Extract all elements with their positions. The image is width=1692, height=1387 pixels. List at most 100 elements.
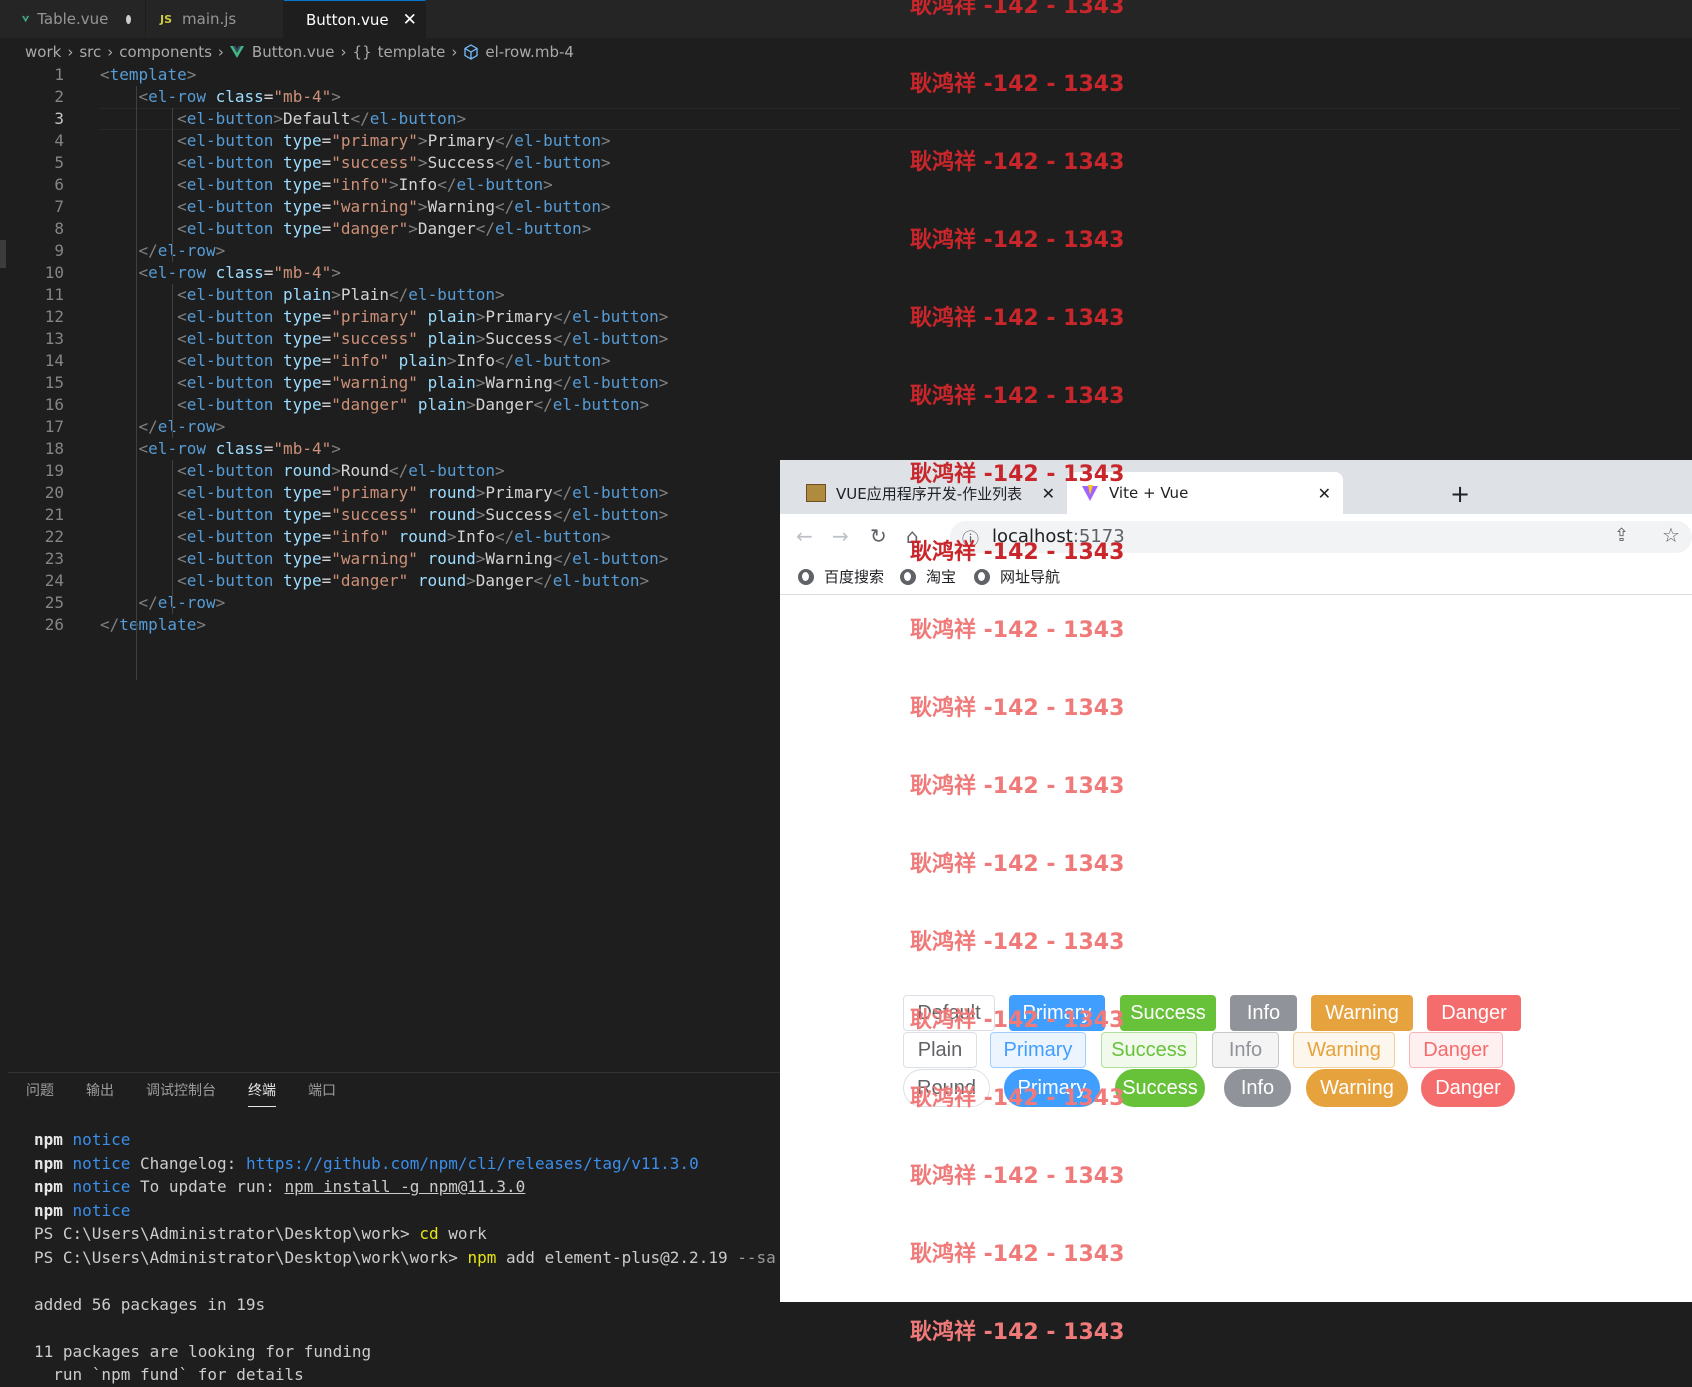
code-text: </template> bbox=[100, 615, 206, 634]
breadcrumb-item[interactable]: template bbox=[378, 43, 446, 61]
braces-icon: {} bbox=[352, 43, 372, 61]
success-round-button[interactable]: Success bbox=[1115, 1069, 1205, 1107]
primary-plain-button[interactable]: Primary bbox=[990, 1032, 1086, 1068]
code-text: <template> bbox=[100, 65, 197, 84]
chevron-right-icon: › bbox=[340, 43, 347, 61]
code-text: <el-button round>Round</el-button> bbox=[177, 461, 505, 480]
tab-output[interactable]: 输出 bbox=[86, 1080, 114, 1107]
tab-ports[interactable]: 端口 bbox=[308, 1080, 336, 1107]
watermark-text: 耿鸿祥 -142 - 1343 bbox=[910, 540, 1125, 565]
bookmark-label: 淘宝 bbox=[926, 568, 957, 586]
success-default-button[interactable]: Success bbox=[1120, 995, 1216, 1031]
line-number: 3 bbox=[54, 109, 64, 128]
line-number: 20 bbox=[44, 483, 64, 502]
reload-icon[interactable]: ↻ bbox=[870, 524, 887, 548]
watermark-text: 耿鸿祥 -142 - 1343 bbox=[910, 72, 1125, 97]
tab-table-vue[interactable]: Table.vue bbox=[8, 0, 146, 38]
bookmark-taobao[interactable]: 淘宝 bbox=[900, 566, 956, 587]
chevron-right-icon: › bbox=[451, 43, 458, 61]
success-plain-button[interactable]: Success bbox=[1101, 1032, 1197, 1068]
watermark-text: 耿鸿祥 -142 - 1343 bbox=[910, 0, 1125, 19]
watermark-text: 耿鸿祥 -142 - 1343 bbox=[910, 930, 1125, 955]
plain-plain-button[interactable]: Plain bbox=[903, 1032, 977, 1068]
info-default-button[interactable]: Info bbox=[1230, 995, 1297, 1031]
terminal-line: 11 packages are looking for funding bbox=[34, 1341, 372, 1361]
tab-debug-console[interactable]: 调试控制台 bbox=[146, 1080, 216, 1107]
info-round-button[interactable]: Info bbox=[1224, 1069, 1291, 1107]
tab-main-js[interactable]: JS main.js bbox=[146, 0, 284, 38]
code-text: <el-button type="danger" plain>Danger</e… bbox=[177, 395, 650, 414]
tab-button-vue[interactable]: Button.vue ✕ bbox=[284, 0, 426, 38]
share-icon[interactable]: ⇪ bbox=[1614, 525, 1629, 546]
line-number: 10 bbox=[44, 263, 64, 282]
breadcrumb-item[interactable]: el-row.mb-4 bbox=[485, 43, 574, 61]
watermark-text: 耿鸿祥 -142 - 1343 bbox=[910, 1320, 1125, 1345]
bookmark-label: 网址导航 bbox=[1000, 568, 1061, 586]
close-icon[interactable]: ✕ bbox=[403, 10, 417, 30]
line-number: 24 bbox=[44, 571, 64, 590]
terminal-line: npm notice To update run: npm install -g… bbox=[34, 1177, 526, 1196]
scroll-marker bbox=[0, 240, 6, 268]
indent-guide bbox=[172, 284, 173, 438]
code-text: <el-button type="info">Info</el-button> bbox=[177, 175, 553, 194]
changelog-link[interactable]: https://github.com/npm/cli/releases/tag/… bbox=[246, 1154, 699, 1173]
watermark-text: 耿鸿祥 -142 - 1343 bbox=[910, 150, 1125, 175]
terminal-output[interactable]: npm notice npm notice Changelog: https://… bbox=[34, 1128, 776, 1387]
tab-terminal[interactable]: 终端 bbox=[248, 1080, 276, 1107]
code-text: </el-row> bbox=[138, 241, 226, 260]
indent-guide bbox=[172, 460, 173, 614]
vue-icon bbox=[229, 46, 244, 58]
watermark-text: 耿鸿祥 -142 - 1343 bbox=[910, 1164, 1125, 1189]
forward-arrow-icon[interactable]: → bbox=[832, 524, 849, 548]
code-text: </el-row> bbox=[138, 593, 226, 612]
terminal-line: PS C:\Users\Administrator\Desktop\work\w… bbox=[34, 1247, 776, 1267]
code-editor[interactable]: 1 <template> 2 <el-row class="mb-4"> 3 <el-… bbox=[0, 64, 780, 744]
breadcrumb-item[interactable]: components bbox=[119, 43, 212, 61]
code-text: <el-button type="warning">Warning</el-bu… bbox=[177, 197, 611, 216]
tab-label: main.js bbox=[182, 10, 237, 28]
chevron-right-icon: › bbox=[217, 43, 224, 61]
watermark-text: 耿鸿祥 -142 - 1343 bbox=[910, 306, 1125, 331]
code-text: <el-button type="primary" plain>Primary<… bbox=[177, 307, 669, 326]
chevron-right-icon: › bbox=[67, 43, 74, 61]
code-text: </el-row> bbox=[138, 417, 226, 436]
line-number: 26 bbox=[44, 615, 64, 634]
watermark-text: 耿鸿祥 -142 - 1343 bbox=[910, 1008, 1125, 1033]
breadcrumb-item[interactable]: Button.vue bbox=[252, 43, 335, 61]
globe-icon bbox=[900, 568, 916, 585]
site-favicon-icon bbox=[806, 484, 826, 502]
indent-guide bbox=[136, 86, 137, 680]
unsaved-dot-icon bbox=[126, 14, 131, 24]
bookmark-label: 百度搜索 bbox=[824, 568, 885, 586]
watermark-text: 耿鸿祥 -142 - 1343 bbox=[910, 852, 1125, 877]
tab-label: Table.vue bbox=[37, 10, 109, 28]
info-plain-button[interactable]: Info bbox=[1212, 1032, 1279, 1068]
breadcrumb-item[interactable]: src bbox=[79, 43, 101, 61]
new-tab-button[interactable]: + bbox=[1450, 480, 1470, 508]
line-number: 11 bbox=[44, 285, 64, 304]
star-icon[interactable]: ☆ bbox=[1662, 523, 1680, 547]
back-arrow-icon[interactable]: ← bbox=[796, 524, 813, 548]
tab-problems[interactable]: 问题 bbox=[26, 1080, 54, 1107]
js-icon: JS bbox=[160, 12, 173, 26]
line-number: 22 bbox=[44, 527, 64, 546]
line-number: 15 bbox=[44, 373, 64, 392]
line-number: 17 bbox=[44, 417, 64, 436]
bookmark-baidu[interactable]: 百度搜索 bbox=[798, 566, 884, 587]
watermark-text: 耿鸿祥 -142 - 1343 bbox=[910, 696, 1125, 721]
bookmark-nav[interactable]: 网址导航 bbox=[974, 566, 1060, 587]
danger-plain-button[interactable]: Danger bbox=[1409, 1032, 1503, 1068]
terminal-line: npm notice Changelog: https://github.com… bbox=[34, 1153, 699, 1173]
close-icon[interactable]: ✕ bbox=[1318, 484, 1331, 503]
warning-round-button[interactable]: Warning bbox=[1306, 1069, 1408, 1107]
line-number: 5 bbox=[54, 153, 64, 172]
code-text: <el-button type="success" plain>Success<… bbox=[177, 329, 669, 348]
danger-round-button[interactable]: Danger bbox=[1421, 1069, 1515, 1107]
code-text: <el-button type="danger">Danger</el-butt… bbox=[177, 219, 592, 238]
breadcrumb-item[interactable]: work bbox=[25, 43, 61, 61]
warning-default-button[interactable]: Warning bbox=[1311, 995, 1413, 1031]
danger-default-button[interactable]: Danger bbox=[1427, 995, 1521, 1031]
warning-plain-button[interactable]: Warning bbox=[1293, 1032, 1395, 1068]
